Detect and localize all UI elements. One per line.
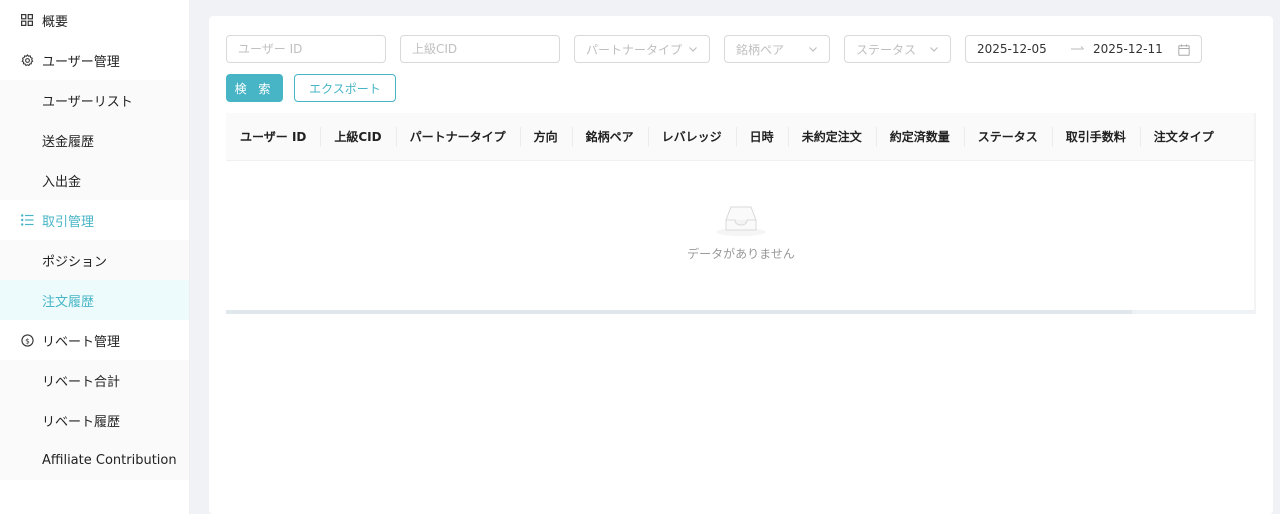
user-submenu: ユーザーリスト 送金履歴 入出金 [0,80,189,200]
sidebar-item-deposit-withdraw[interactable]: 入出金 [0,160,189,200]
horizontal-scrollbar[interactable] [226,310,1256,314]
menu-item-rebate-management[interactable]: $ リベート管理 [0,320,189,360]
menu-item-overview[interactable]: 概要 [0,0,189,40]
filter-bar: パートナータイプ 銘柄ペア ステータス 2025-12-05 2025-12-1… [226,35,1202,63]
scrollbar-thumb[interactable] [1132,310,1256,314]
sidebar-item-positions[interactable]: ポジション [0,240,189,280]
date-start[interactable]: 2025-12-05 [977,42,1069,56]
col-user-id: ユーザー ID [240,130,307,144]
list-icon [20,213,34,227]
empty-text: データがありません [687,247,795,261]
menu-item-user-management[interactable]: ユーザー管理 [0,40,189,80]
sidebar-item-transfer-history[interactable]: 送金履歴 [0,120,189,160]
empty-inbox-icon [716,206,766,236]
col-leverage: レバレッジ [647,126,736,147]
table-edge [1254,113,1256,313]
trade-submenu: ポジション 注文履歴 [0,240,189,320]
menu-item-trade-management[interactable]: 取引管理 [0,200,189,240]
col-filled-qty: 約定済数量 [875,126,964,147]
grid-icon [20,13,34,27]
sidebar: 概要 ユーザー管理 ユーザーリスト 送金履歴 入出金 取引管理 ポジション 注文… [0,0,190,514]
col-partner-type: パートナータイプ [395,126,520,147]
sidebar-item-rebate-total[interactable]: リベート合計 [0,360,189,400]
export-button[interactable]: エクスポート [294,74,396,102]
chevron-down-icon [930,47,938,52]
table-body: データがありません [226,161,1256,311]
user-id-field[interactable] [226,35,386,63]
calendar-icon [1178,44,1190,56]
date-range-picker[interactable]: 2025-12-05 2025-12-11 [965,35,1202,63]
col-fee: 取引手数料 [1051,126,1140,147]
menu-label: リベート管理 [42,334,121,350]
sidebar-item-affiliate-contribution[interactable]: Affiliate Contribution [0,440,189,480]
sidebar-item-order-history[interactable]: 注文履歴 [0,280,189,320]
status-select[interactable]: ステータス [844,35,951,63]
chevron-down-icon [689,47,697,52]
pair-placeholder: 銘柄ペア [736,42,785,57]
rebate-submenu: リベート合計 リベート履歴 Affiliate Contribution [0,360,189,480]
col-datetime: 日時 [735,126,788,147]
partner-type-select[interactable]: パートナータイプ [574,35,710,63]
pair-select[interactable]: 銘柄ペア [724,35,830,63]
menu-label: 概要 [42,14,69,30]
upper-cid-input[interactable] [412,42,548,56]
action-bar: 検 索 エクスポート [226,74,396,102]
svg-text:$: $ [25,336,30,345]
empty-state: データがありません [226,201,1256,262]
col-status: ステータス [963,126,1052,147]
arrow-right-icon [1071,46,1084,50]
partner-type-placeholder: パートナータイプ [586,42,683,57]
table-header: ユーザー ID 上級CID パートナータイプ 方向 銘柄ペア レバレッジ 日時 … [226,113,1256,161]
menu-label: 取引管理 [42,214,95,230]
col-unfilled: 未約定注文 [787,126,876,147]
chevron-down-icon [809,47,817,52]
orders-table: ユーザー ID 上級CID パートナータイプ 方向 銘柄ペア レバレッジ 日時 … [226,113,1256,314]
col-order-type: 注文タイプ [1139,126,1228,147]
date-end[interactable]: 2025-12-11 [1093,42,1181,56]
col-pair: 銘柄ペア [571,126,648,147]
main-panel: パートナータイプ 銘柄ペア ステータス 2025-12-05 2025-12-1… [209,16,1273,514]
search-button[interactable]: 検 索 [226,74,283,102]
gear-icon [20,53,34,67]
col-upper-cid: 上級CID [320,126,395,147]
dollar-circle-icon: $ [20,333,34,347]
sidebar-item-rebate-history[interactable]: リベート履歴 [0,400,189,440]
col-direction: 方向 [519,126,572,147]
menu-label: ユーザー管理 [42,54,120,70]
user-id-input[interactable] [238,42,374,56]
upper-cid-field[interactable] [400,35,560,63]
status-placeholder: ステータス [856,42,917,57]
sidebar-item-user-list[interactable]: ユーザーリスト [0,80,189,120]
